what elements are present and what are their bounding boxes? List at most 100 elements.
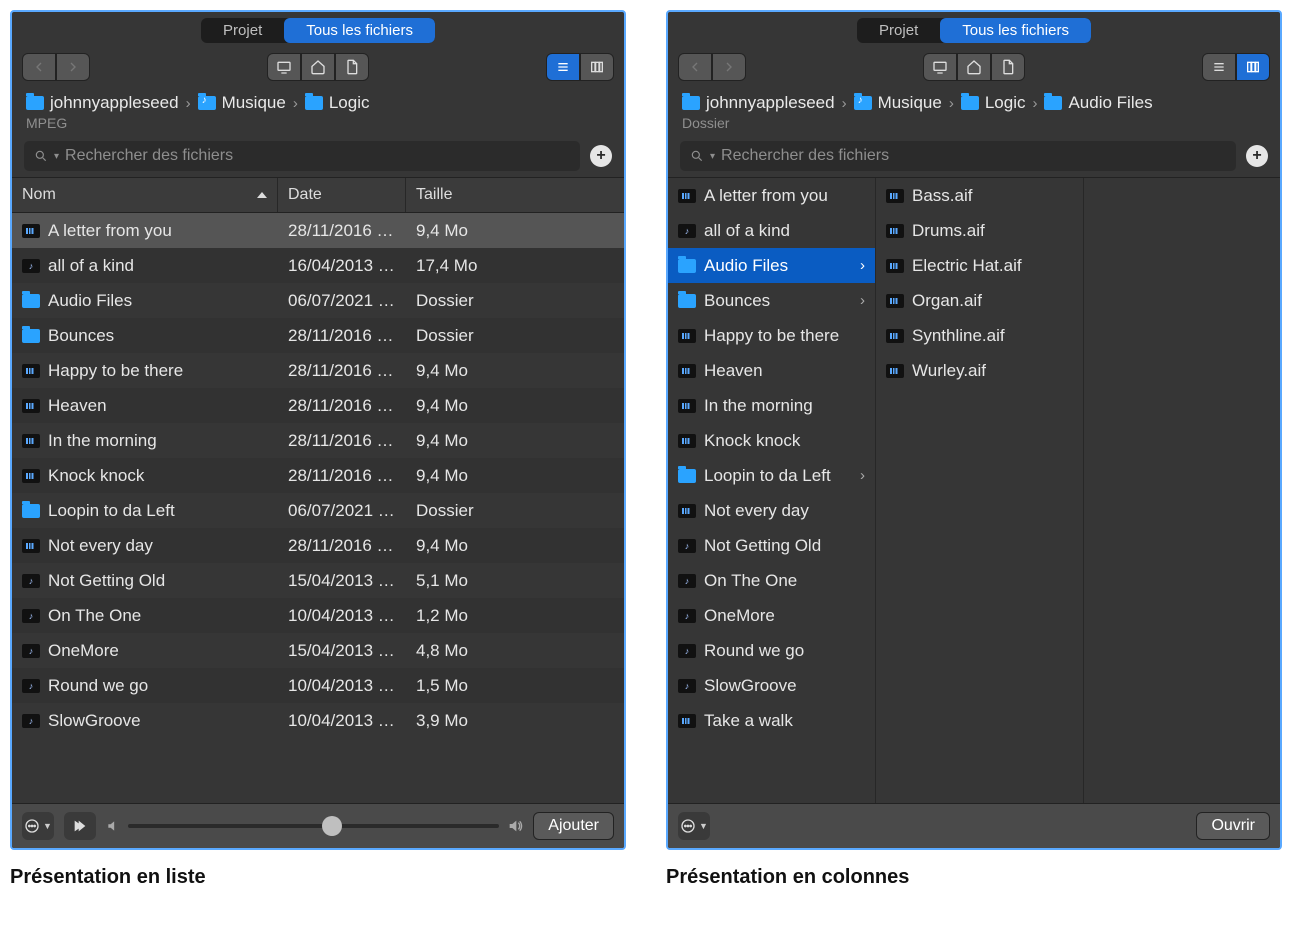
- nav-forward-button[interactable]: [712, 53, 746, 81]
- preview-play-button[interactable]: [64, 812, 96, 840]
- breadcrumb-item[interactable]: Audio Files: [1044, 93, 1152, 113]
- breadcrumb: johnnyappleseed›Musique›Logic: [26, 93, 610, 113]
- table-row[interactable]: Bounces28/11/2016 …Dossier: [12, 318, 624, 353]
- computer-button[interactable]: [923, 53, 957, 81]
- file-date: 28/11/2016 …: [278, 431, 406, 451]
- folder-icon: [678, 294, 696, 308]
- list-item[interactable]: Happy to be there: [668, 318, 875, 353]
- column-header-size[interactable]: Taille: [406, 178, 624, 212]
- file-name: Loopin to da Left: [704, 466, 831, 486]
- list-item[interactable]: ♪SlowGroove: [668, 668, 875, 703]
- breadcrumb-item[interactable]: Logic: [305, 93, 370, 113]
- breadcrumb-item[interactable]: Logic: [961, 93, 1026, 113]
- add-button[interactable]: Ajouter: [533, 812, 614, 840]
- list-item[interactable]: Bounces›: [668, 283, 875, 318]
- list-item[interactable]: ♪OneMore: [668, 598, 875, 633]
- file-name: A letter from you: [704, 186, 828, 206]
- nav-forward-button[interactable]: [56, 53, 90, 81]
- table-row[interactable]: Not every day28/11/2016 …9,4 Mo: [12, 528, 624, 563]
- list-item[interactable]: ♪Round we go: [668, 633, 875, 668]
- list-item[interactable]: Drums.aif: [876, 213, 1083, 248]
- table-row[interactable]: ♪all of a kind16/04/2013 …17,4 Mo: [12, 248, 624, 283]
- table-row[interactable]: A letter from you28/11/2016 …9,4 Mo: [12, 213, 624, 248]
- file-name: Bounces: [704, 291, 770, 311]
- file-name: A letter from you: [48, 221, 172, 241]
- action-menu-button[interactable]: ▼: [22, 812, 54, 840]
- home-button[interactable]: [957, 53, 991, 81]
- chevron-right-icon: ›: [842, 95, 847, 112]
- column-header-name[interactable]: Nom: [12, 178, 278, 212]
- file-icon: ♪: [678, 644, 696, 658]
- search-input[interactable]: ▾ Rechercher des fichiers: [24, 141, 580, 171]
- file-size: 4,8 Mo: [406, 641, 624, 661]
- table-row[interactable]: Audio Files06/07/2021 …Dossier: [12, 283, 624, 318]
- column-view-toggle[interactable]: [580, 53, 614, 81]
- audio-file-icon: [22, 469, 40, 483]
- column-view-toggle[interactable]: [1236, 53, 1270, 81]
- computer-button[interactable]: [267, 53, 301, 81]
- add-filter-button[interactable]: +: [590, 145, 612, 167]
- open-button[interactable]: Ouvrir: [1196, 812, 1270, 840]
- home-button[interactable]: [301, 53, 335, 81]
- list-item[interactable]: ♪On The One: [668, 563, 875, 598]
- list-header: Nom Date Taille: [12, 177, 624, 213]
- list-item[interactable]: Heaven: [668, 353, 875, 388]
- caption-column-view: Présentation en colonnes: [666, 866, 1282, 889]
- tab-project[interactable]: Projet: [201, 18, 284, 43]
- list-view-toggle[interactable]: [1202, 53, 1236, 81]
- table-row[interactable]: ♪Not Getting Old15/04/2013 …5,1 Mo: [12, 563, 624, 598]
- breadcrumb-item[interactable]: johnnyappleseed: [26, 93, 179, 113]
- file-icon: ♪: [22, 679, 40, 693]
- project-location-button[interactable]: [335, 53, 369, 81]
- audio-file-icon: [886, 329, 904, 343]
- breadcrumb-item[interactable]: Musique: [854, 93, 942, 113]
- list-view-toggle[interactable]: [546, 53, 580, 81]
- file-size: 1,5 Mo: [406, 676, 624, 696]
- list-item[interactable]: Knock knock: [668, 423, 875, 458]
- tab-project[interactable]: Projet: [857, 18, 940, 43]
- list-item[interactable]: Organ.aif: [876, 283, 1083, 318]
- list-item[interactable]: Audio Files›: [668, 248, 875, 283]
- list-item[interactable]: Electric Hat.aif: [876, 248, 1083, 283]
- file-name: SlowGroove: [48, 711, 141, 731]
- table-row[interactable]: Loopin to da Left06/07/2021 …Dossier: [12, 493, 624, 528]
- volume-slider[interactable]: [106, 818, 523, 834]
- column-header-date[interactable]: Date: [278, 178, 406, 212]
- table-row[interactable]: ♪Round we go10/04/2013 …1,5 Mo: [12, 668, 624, 703]
- list-item[interactable]: Synthline.aif: [876, 318, 1083, 353]
- search-mode-caret-icon[interactable]: ▾: [54, 151, 59, 162]
- list-item[interactable]: Loopin to da Left›: [668, 458, 875, 493]
- table-row[interactable]: ♪OneMore15/04/2013 …4,8 Mo: [12, 633, 624, 668]
- file-name: Organ.aif: [912, 291, 982, 311]
- file-date: 06/07/2021 …: [278, 291, 406, 311]
- list-item[interactable]: Wurley.aif: [876, 353, 1083, 388]
- list-item[interactable]: Take a walk: [668, 703, 875, 738]
- search-input[interactable]: ▾ Rechercher des fichiers: [680, 141, 1236, 171]
- file-date: 15/04/2013 …: [278, 571, 406, 591]
- search-mode-caret-icon[interactable]: ▾: [710, 151, 715, 162]
- table-row[interactable]: Knock knock28/11/2016 …9,4 Mo: [12, 458, 624, 493]
- tab-all-files[interactable]: Tous les fichiers: [284, 18, 435, 43]
- list-item[interactable]: Bass.aif: [876, 178, 1083, 213]
- breadcrumb-item[interactable]: Musique: [198, 93, 286, 113]
- table-row[interactable]: ♪On The One10/04/2013 …1,2 Mo: [12, 598, 624, 633]
- action-menu-button[interactable]: ▼: [678, 812, 710, 840]
- tab-all-files[interactable]: Tous les fichiers: [940, 18, 1091, 43]
- list-item[interactable]: Not every day: [668, 493, 875, 528]
- list-item[interactable]: ♪Not Getting Old: [668, 528, 875, 563]
- project-location-button[interactable]: [991, 53, 1025, 81]
- list-item[interactable]: In the morning: [668, 388, 875, 423]
- column-view-panel: Projet Tous les fichiers johnnyappleseed…: [666, 10, 1282, 850]
- nav-back-button[interactable]: [678, 53, 712, 81]
- list-item[interactable]: ♪all of a kind: [668, 213, 875, 248]
- nav-back-button[interactable]: [22, 53, 56, 81]
- table-row[interactable]: Heaven28/11/2016 …9,4 Mo: [12, 388, 624, 423]
- table-row[interactable]: Happy to be there28/11/2016 …9,4 Mo: [12, 353, 624, 388]
- list-item[interactable]: A letter from you: [668, 178, 875, 213]
- breadcrumb-item[interactable]: johnnyappleseed: [682, 93, 835, 113]
- add-filter-button[interactable]: +: [1246, 145, 1268, 167]
- chevron-right-icon: ›: [293, 95, 298, 112]
- file-name: Happy to be there: [704, 326, 839, 346]
- table-row[interactable]: ♪SlowGroove10/04/2013 …3,9 Mo: [12, 703, 624, 738]
- table-row[interactable]: In the morning28/11/2016 …9,4 Mo: [12, 423, 624, 458]
